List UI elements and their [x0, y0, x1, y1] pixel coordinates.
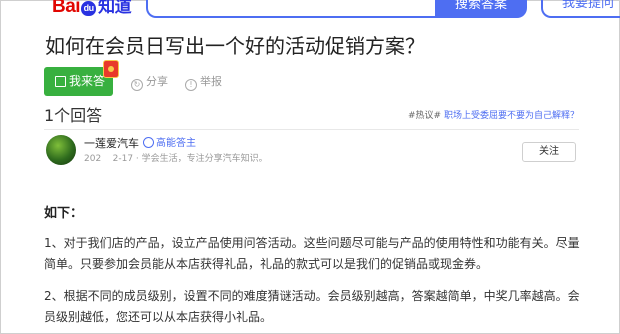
expert-badge: 高能答主	[143, 137, 196, 151]
hot-topic-link[interactable]: 职场上受委屈要不要为自己解释？	[444, 111, 579, 121]
report-label: 举报	[200, 75, 222, 88]
divider	[44, 129, 579, 130]
answer-meta: 202 2-17 · 学会生活，专注分享汽车知识。	[84, 154, 268, 164]
ask-question-button[interactable]: 我要提问	[541, 0, 620, 18]
avatar[interactable]	[46, 135, 76, 165]
hot-topic-tag: #热议#	[408, 111, 442, 121]
answer-paragraph: 2、根据不同的成员级别，设置不同的难度猜谜活动。会员级别越高，答案越简单，中奖几…	[44, 289, 580, 324]
answer-heading: 如下：	[44, 206, 84, 221]
share-button[interactable]: ↻ 分享	[131, 75, 168, 91]
report-button[interactable]: ! 举报	[185, 75, 222, 91]
logo-zhidao: 知道	[98, 0, 132, 16]
answer-paragraph: 1、对于我们店的产品，设立产品使用问答活动。这些问题尽可能与产品的使用特性和功能…	[44, 236, 580, 271]
paw-icon: du	[81, 1, 97, 16]
answerer-name[interactable]: 一莲爱汽车	[84, 137, 139, 151]
answer-button-label: 我来答	[69, 74, 106, 88]
baidu-zhidao-logo[interactable]: Bai du 知道	[52, 0, 132, 18]
hot-topic[interactable]: #热议# 职场上受委屈要不要为自己解释？	[408, 110, 579, 122]
badge-label: 高能答主	[156, 138, 196, 149]
search-input[interactable]	[146, 0, 437, 18]
share-icon: ↻	[131, 79, 143, 91]
share-label: 分享	[146, 75, 168, 88]
edit-icon	[55, 76, 66, 87]
logo-bai: Bai	[52, 0, 81, 17]
red-packet-icon	[103, 60, 119, 78]
answer-count: 1个回答	[44, 106, 103, 125]
search-answer-button[interactable]: 搜索答案	[435, 0, 527, 18]
question-title: 如何在会员日写出一个好的活动促销方案？	[45, 34, 425, 58]
follow-button[interactable]: 关注	[522, 142, 576, 162]
medal-icon	[143, 137, 154, 148]
report-icon: !	[185, 79, 197, 91]
